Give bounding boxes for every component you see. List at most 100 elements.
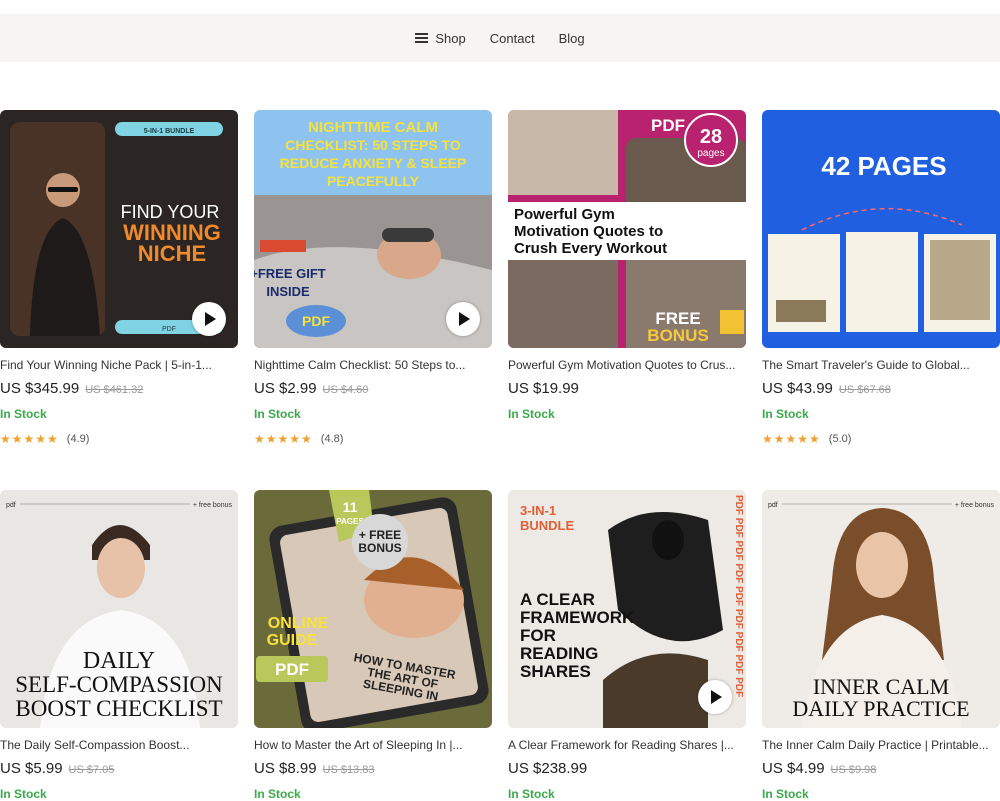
image-text: CHECKLIST: 50 STEPS TO [285,137,461,153]
image-text: +FREE GIFT [254,266,326,281]
image-text: GUIDE [267,632,318,649]
product-title[interactable]: Find Your Winning Niche Pack | 5-in-1... [0,358,246,372]
image-text: 28 [700,126,722,148]
image-text: PDF [302,313,330,329]
product-old-price: US $461.32 [85,384,144,396]
price-row: US $2.99 US $4.60 [254,380,368,398]
stock-status: In Stock [254,407,301,421]
image-text: PDF [162,326,176,333]
price-row: US $238.99 [508,760,587,778]
product-title[interactable]: The Smart Traveler's Guide to Global... [762,358,1000,372]
image-text: PEACEFULLY [327,173,420,189]
product-title[interactable]: Powerful Gym Motivation Quotes to Crus..… [508,358,754,372]
product-image[interactable]: 3-IN-1 BUNDLE A CLEAR FRAMEWORK FOR READ… [508,490,746,728]
image-text: FIND YOUR [121,202,220,222]
stock-status: In Stock [762,787,809,801]
image-text: INSIDE [266,284,310,299]
stock-status: In Stock [762,407,809,421]
play-video-icon[interactable] [446,302,480,336]
price-row: US $5.99 US $7.05 [0,760,114,778]
rating-value: (5.0) [828,433,852,445]
nav-blog-label: Blog [558,30,585,46]
product-price: US $4.99 [762,760,825,777]
product-image[interactable]: 5-IN-1 BUNDLE FIND YOUR WINNING NICHE PD… [0,110,238,348]
menu-icon [415,33,429,43]
image-text: 42 PAGES [821,151,946,181]
nav-shop[interactable]: Shop [415,30,466,46]
price-row: US $345.99 US $461.32 [0,380,143,398]
stock-status: In Stock [0,407,47,421]
stock-status: In Stock [0,787,47,801]
product-title[interactable]: The Inner Calm Daily Practice | Printabl… [762,738,1000,752]
image-text: PDF [651,116,685,135]
rating: ★★★★★ (4.8) [254,432,343,446]
product-price: US $19.99 [508,380,579,397]
product-price: US $8.99 [254,760,317,777]
stock-status: In Stock [508,407,555,421]
image-text: + FREE [359,528,401,542]
nav-contact[interactable]: Contact [490,31,535,46]
product-price: US $2.99 [254,380,317,397]
image-text: FRAMEWORK [520,608,635,627]
image-text: + free bonus [193,502,233,509]
product-image[interactable]: 11 PAGES + FREE BONUS ONLINE GUIDE PDF H… [254,490,492,728]
product-price: US $5.99 [0,760,63,777]
stock-status: In Stock [508,787,555,801]
image-text: NICHE [138,241,206,266]
top-navigation: Shop Contact Blog [0,14,1000,62]
image-text: DAILY PRACTICE [792,696,969,721]
image-text: Crush Every Workout [514,240,667,257]
product-image[interactable]: 42 PAGES [762,110,1000,348]
play-video-icon[interactable] [192,302,226,336]
image-text: FOR [520,626,556,645]
rating-stars-icon: ★★★★★ [0,432,59,446]
price-row: US $43.99 US $67.68 [762,380,891,398]
rating-stars-icon: ★★★★★ [254,432,313,446]
product-image[interactable]: pdf + free bonus DAILY SELF-COMPASSION B… [0,490,238,728]
nav-blog[interactable]: Blog [559,31,585,46]
image-text: SHARES [520,662,591,681]
nav-shop-label: Shop [435,30,466,46]
image-text: REDUCE ANXIETY & SLEEP [280,155,467,171]
price-row: US $4.99 US $9.98 [762,760,876,778]
image-text: READING [520,644,598,663]
product-old-price: US $4.60 [322,384,369,396]
product-price: US $238.99 [508,760,588,777]
image-text: pdf [6,502,16,509]
product-title[interactable]: A Clear Framework for Reading Shares |..… [508,738,754,752]
play-video-icon[interactable] [698,680,732,714]
product-image[interactable]: NIGHTTIME CALM CHECKLIST: 50 STEPS TO RE… [254,110,492,348]
image-text: A CLEAR [520,590,595,609]
rating-stars-icon: ★★★★★ [762,432,821,446]
image-text: Motivation Quotes to [514,223,663,240]
rating: ★★★★★ (5.0) [762,432,851,446]
image-text: Powerful Gym [514,206,615,223]
image-text: pdf [768,502,778,509]
image-text: BONUS [358,541,401,555]
image-text: NIGHTTIME CALM [308,119,438,136]
image-text: BONUS [647,326,708,345]
price-row: US $8.99 US $13.83 [254,760,375,778]
product-old-price: US $67.68 [838,384,891,396]
product-price: US $345.99 [0,380,80,397]
image-text: PDF PDF PDF PDF PDF PDF PDF PDF PDF [733,495,744,697]
image-text: PDF [275,660,309,679]
product-title[interactable]: The Daily Self-Compassion Boost... [0,738,246,752]
nav-contact-label: Contact [489,30,535,46]
image-text: pages [697,148,724,159]
image-text: 11 [343,499,358,515]
stock-status: In Stock [254,787,301,801]
product-image[interactable]: PDF 28 pages Powerful Gym Motivation Quo… [508,110,746,348]
rating: ★★★★★ (4.9) [0,432,89,446]
product-title[interactable]: How to Master the Art of Sleeping In |..… [254,738,500,752]
product-image[interactable]: pdf + free bonus INNER CALM DAILY PRACTI… [762,490,1000,728]
image-text: + free bonus [955,502,995,509]
image-text: ONLINE [268,615,329,632]
image-text: DAILY [83,648,155,674]
rating-value: (4.8) [320,433,344,445]
product-old-price: US $9.98 [830,764,877,776]
price-row: US $19.99 [508,380,579,398]
product-title[interactable]: Nighttime Calm Checklist: 50 Steps to... [254,358,500,372]
product-old-price: US $13.83 [322,764,375,776]
image-text: BOOST CHECKLIST [15,696,222,721]
